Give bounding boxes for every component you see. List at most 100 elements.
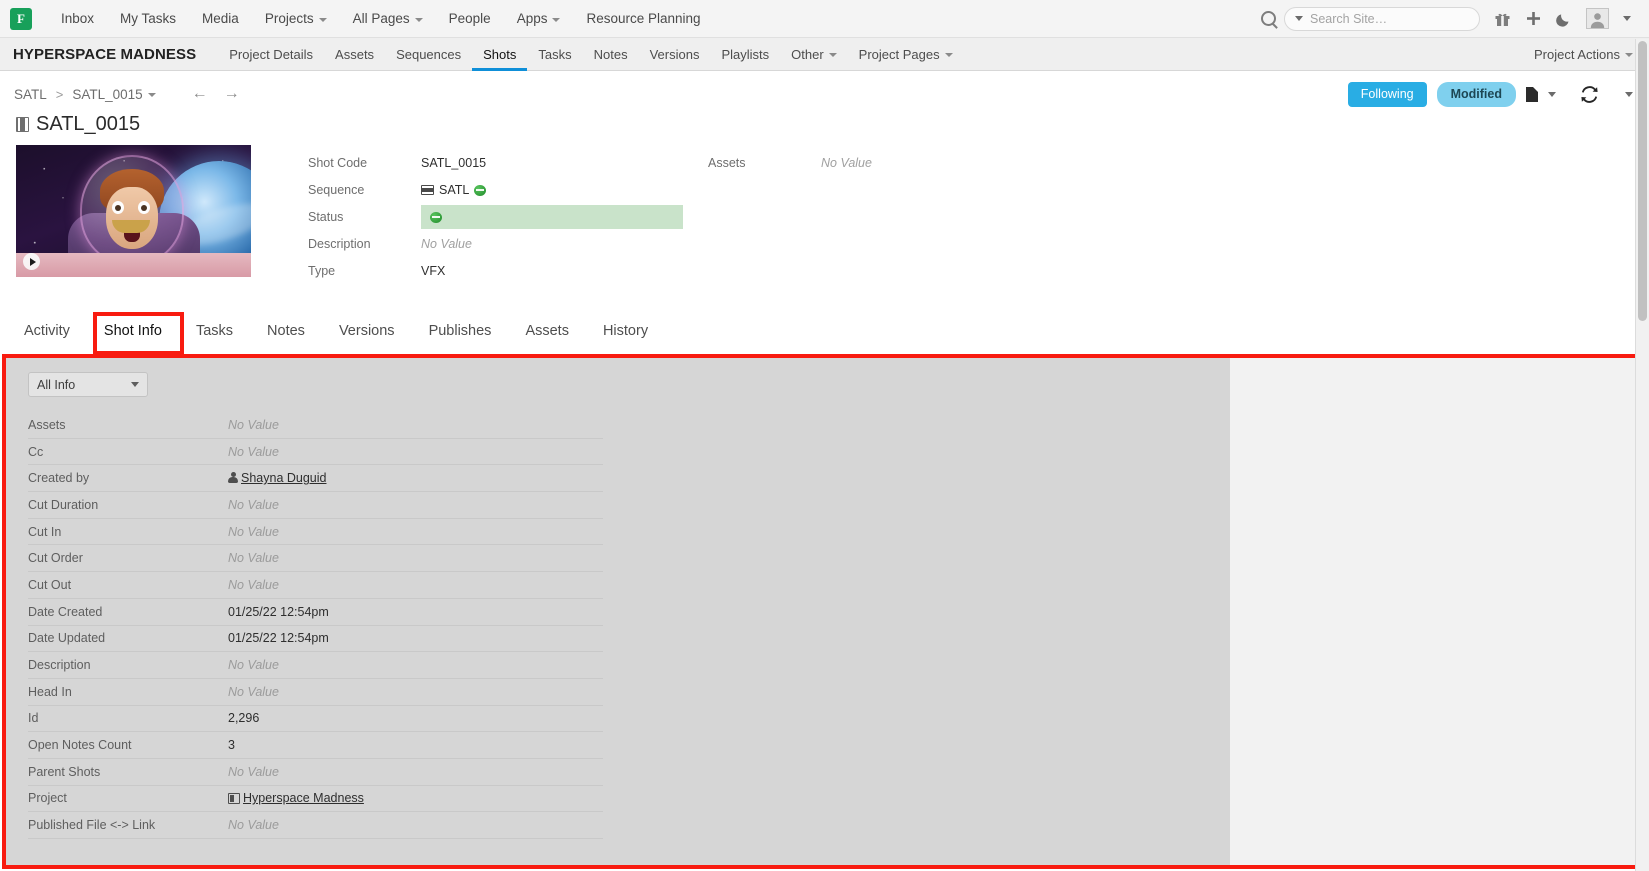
global-nav-item-resource-planning[interactable]: Resource Planning xyxy=(573,0,713,38)
project-actions-label[interactable]: Project Actions xyxy=(1534,38,1633,71)
project-nav-item-label: Notes xyxy=(593,46,628,62)
following-button[interactable]: Following xyxy=(1347,81,1427,107)
shot-detail-row: Shot Code SATL_0015 xyxy=(308,150,708,177)
thumbnail-eye-right xyxy=(138,201,150,214)
info-field-row: Cut In No Value xyxy=(28,519,603,546)
tab-notes[interactable]: Notes xyxy=(250,323,322,344)
info-field-value[interactable]: Shayna Duguid xyxy=(228,471,326,485)
app-logo[interactable]: F xyxy=(10,7,32,30)
info-field-value[interactable]: 01/25/22 12:54pm xyxy=(228,631,329,645)
info-field-value[interactable]: Hyperspace Madness xyxy=(228,791,364,805)
search-field-wrapper[interactable] xyxy=(1284,6,1480,31)
info-field-label: Cut Order xyxy=(28,551,83,566)
tab-shot-info[interactable]: Shot Info xyxy=(87,323,179,344)
avatar[interactable] xyxy=(1586,8,1609,29)
project-nav-item-versions[interactable]: Versions xyxy=(639,38,711,71)
project-actions-menu[interactable]: Project Actions xyxy=(1534,38,1649,71)
person-icon xyxy=(228,472,238,484)
project-nav-item-shots[interactable]: Shots xyxy=(472,38,527,71)
tab-assets[interactable]: Assets xyxy=(508,323,586,344)
info-field-value[interactable]: 3 xyxy=(228,738,235,752)
shot-info-panel: All Info Assets No Value Cc No Value Created… xyxy=(6,358,1643,865)
global-nav-item-label: People xyxy=(448,10,491,26)
info-field-row: Description No Value xyxy=(28,652,603,679)
info-filter-select[interactable]: All Info xyxy=(28,372,148,397)
global-nav-item-people[interactable]: People xyxy=(436,0,504,38)
project-nav-item-sequences[interactable]: Sequences xyxy=(385,38,472,71)
info-field-label: Open Notes Count xyxy=(28,738,132,753)
info-field-row: Head In No Value xyxy=(28,679,603,706)
tab-activity[interactable]: Activity xyxy=(16,323,87,344)
global-nav-item-label: Media xyxy=(202,10,239,26)
more-chevron-down-icon[interactable] xyxy=(1625,91,1633,97)
site-search[interactable] xyxy=(1261,6,1480,31)
thumbnail-foreground xyxy=(16,253,251,277)
refresh-icon[interactable] xyxy=(1580,85,1599,104)
person-link[interactable]: Shayna Duguid xyxy=(241,471,326,485)
info-field-row: Cc No Value xyxy=(28,439,603,466)
project-nav-item-project-details[interactable]: Project Details xyxy=(218,38,324,71)
project-nav-item-tasks[interactable]: Tasks xyxy=(527,38,582,71)
account-chevron-down-icon[interactable] xyxy=(1623,16,1631,21)
project-link[interactable]: Hyperspace Madness xyxy=(243,791,364,805)
shot-info-main-column: All Info Assets No Value Cc No Value Created… xyxy=(6,358,1230,865)
info-field-row: Date Updated 01/25/22 12:54pm xyxy=(28,626,603,653)
project-nav-item-label: Playlists xyxy=(721,46,770,62)
project-nav-item-notes[interactable]: Notes xyxy=(583,38,639,71)
search-input[interactable] xyxy=(1310,11,1469,26)
shot-detail-value[interactable]: SATL_0015 xyxy=(421,156,486,170)
shot-thumbnail[interactable] xyxy=(16,145,251,277)
page-title: SATL_0015 xyxy=(36,113,141,135)
global-nav-item-media[interactable]: Media xyxy=(189,0,252,38)
moon-icon[interactable] xyxy=(1556,11,1572,27)
project-nav-item-label: Shots xyxy=(483,46,517,62)
global-nav-item-inbox[interactable]: Inbox xyxy=(48,0,107,38)
info-field-value: No Value xyxy=(228,577,279,592)
info-field-label: Parent Shots xyxy=(28,764,101,779)
project-nav-item-project-pages[interactable]: Project Pages xyxy=(848,38,964,71)
info-field-label: Date Created xyxy=(28,604,103,619)
search-icon[interactable] xyxy=(1261,11,1276,26)
global-nav-item-apps[interactable]: Apps xyxy=(504,0,574,38)
info-field-row: Cut Order No Value xyxy=(28,545,603,573)
project-nav-item-playlists[interactable]: Playlists xyxy=(710,38,780,71)
back-arrow-icon[interactable]: ← xyxy=(192,86,208,102)
info-field-value: No Value xyxy=(228,551,279,566)
document-icon[interactable] xyxy=(1526,86,1538,102)
project-nav-item-other[interactable]: Other xyxy=(780,38,848,71)
chevron-down-icon[interactable] xyxy=(1295,16,1303,21)
status-badge[interactable] xyxy=(421,205,683,230)
shot-detail-row: Type VFX xyxy=(308,258,708,285)
info-field-label: Cut Out xyxy=(28,577,72,592)
breadcrumb-bar: SATL > SATL_0015 ← → Following Modified xyxy=(0,75,1649,113)
scrollbar-thumb[interactable] xyxy=(1638,41,1647,321)
tab-publishes[interactable]: Publishes xyxy=(412,323,509,344)
global-nav-item-my-tasks[interactable]: My Tasks xyxy=(107,0,189,38)
project-nav-item-assets[interactable]: Assets xyxy=(324,38,385,71)
global-nav-item-label: Inbox xyxy=(61,10,95,26)
project-title: HYPERSPACE MADNESS xyxy=(13,45,197,63)
global-nav-item-projects[interactable]: Projects xyxy=(252,0,340,38)
document-chevron-down-icon[interactable] xyxy=(1548,91,1556,97)
info-field-label: Head In xyxy=(28,684,72,699)
shot-detail-value[interactable]: VFX xyxy=(421,264,445,278)
plus-icon[interactable] xyxy=(1525,10,1542,27)
forward-arrow-icon[interactable]: → xyxy=(224,86,240,102)
info-filter-select-wrapper[interactable]: All Info xyxy=(28,372,148,397)
info-field-value[interactable]: 2,296 xyxy=(228,711,259,725)
breadcrumb-separator: > xyxy=(55,86,64,102)
info-field-value: No Value xyxy=(228,417,279,432)
gift-icon[interactable] xyxy=(1494,10,1511,27)
modified-status-badge[interactable]: Modified xyxy=(1436,81,1516,107)
play-icon[interactable] xyxy=(23,253,40,270)
tab-versions[interactable]: Versions xyxy=(322,323,412,344)
tab-history[interactable]: History xyxy=(586,323,665,344)
tab-tasks[interactable]: Tasks xyxy=(179,323,250,344)
shot-detail-value[interactable]: SATL xyxy=(421,183,487,197)
breadcrumb-current[interactable]: SATL_0015 xyxy=(72,87,156,102)
chevron-down-icon xyxy=(1625,53,1633,57)
breadcrumb-root[interactable]: SATL xyxy=(14,87,47,102)
global-nav-item-all-pages[interactable]: All Pages xyxy=(340,0,436,38)
info-field-value[interactable]: 01/25/22 12:54pm xyxy=(228,605,329,619)
page-scrollbar[interactable] xyxy=(1635,39,1649,871)
